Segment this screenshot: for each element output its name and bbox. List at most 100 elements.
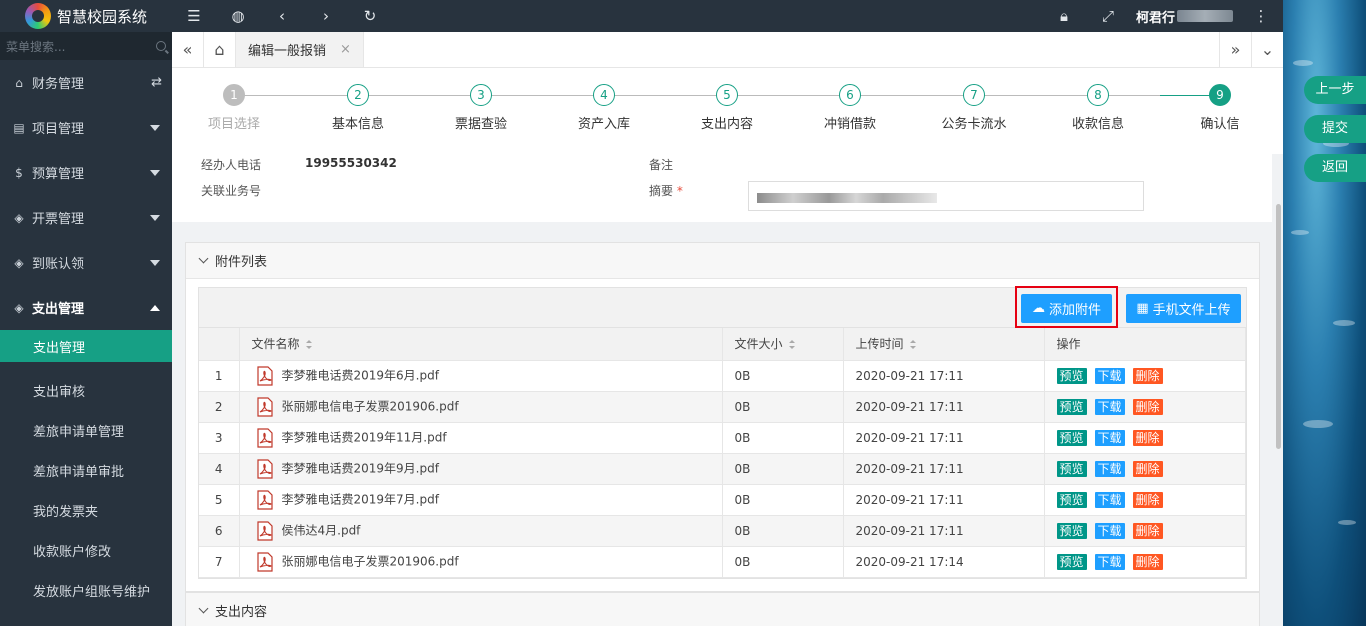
sidebar-subitem-account-group[interactable]: 发放账户组账号维护 (0, 570, 172, 610)
expense-content-title: 支出内容 (215, 604, 268, 620)
download-button[interactable]: 下载 (1094, 460, 1125, 477)
download-button[interactable]: 下载 (1094, 367, 1125, 384)
back-icon[interactable]: ‹ (260, 0, 304, 32)
column-header-size[interactable]: 文件大小 (722, 328, 844, 361)
tab-scroll-left-icon[interactable]: « (172, 32, 204, 67)
globe-icon[interactable]: ◍ (216, 0, 260, 32)
sidebar-item-finance[interactable]: ⌂ 财务管理 ⇄ (0, 60, 172, 105)
file-name-cell: 张丽娜电信电子发票201906.pdf (239, 546, 723, 578)
tab-menu-chevron-down-icon[interactable]: ⌄ (1251, 32, 1283, 67)
file-name[interactable]: 李梦雅电话费2019年11月.pdf (282, 430, 447, 444)
table-row: 5 李梦雅电话费2019年7月.pdf 0B 2020-09-21 17:11 预览 下载… (199, 484, 1246, 516)
home-tab-icon[interactable]: ⌂ (204, 32, 236, 67)
refresh-icon[interactable]: ↻ (348, 0, 392, 32)
file-name[interactable]: 张丽娜电信电子发票201906.pdf (282, 554, 459, 568)
chevron-down-icon (198, 253, 209, 264)
ops-cell: 预览 下载 删除 (1044, 484, 1246, 516)
user-menu[interactable]: 柯君行 (1130, 7, 1239, 26)
column-time-label: 上传时间 (855, 337, 904, 352)
fullscreen-icon[interactable]: ⤢ (1086, 0, 1130, 32)
delete-button[interactable]: 删除 (1132, 429, 1163, 446)
file-name[interactable]: 李梦雅电话费2019年7月.pdf (282, 492, 439, 506)
preview-button[interactable]: 预览 (1056, 522, 1087, 539)
tab-edit-reimbursement[interactable]: 编辑一般报销 × (236, 32, 364, 67)
lock-icon[interactable]: 🔒︎ (1042, 0, 1086, 32)
download-button[interactable]: 下载 (1094, 398, 1125, 415)
scrollbar[interactable] (1276, 204, 1281, 449)
sidebar-item-label: 预算管理 (32, 167, 85, 182)
submit-button[interactable]: 提交 (1304, 115, 1366, 143)
column-header-time[interactable]: 上传时间 (843, 328, 1045, 361)
mobile-upload-button[interactable]: ▦ 手机文件上传 (1126, 294, 1241, 323)
sidebar-subitem-travel-approve[interactable]: 差旅申请单审批 (0, 450, 172, 490)
delete-button[interactable]: 删除 (1132, 367, 1163, 384)
close-icon[interactable]: × (340, 42, 351, 57)
step-3[interactable]: 3 票据查验 (431, 84, 531, 132)
tab-scroll-right-icon[interactable]: » (1219, 32, 1251, 67)
sidebar-item-project[interactable]: ▤ 项目管理 (0, 105, 172, 150)
summary-input[interactable] (748, 181, 1144, 211)
sidebar-item-budget[interactable]: $ 预算管理 (0, 150, 172, 195)
sort-icon[interactable] (788, 340, 796, 350)
download-button[interactable]: 下载 (1094, 553, 1125, 570)
delete-button[interactable]: 删除 (1132, 491, 1163, 508)
menu-search-input[interactable]: 菜单搜索... (0, 32, 172, 60)
preview-button[interactable]: 预览 (1056, 398, 1087, 415)
sidebar-subitem-expense-audit[interactable]: 支出审核 (0, 370, 172, 410)
step-1[interactable]: 1 项目选择 (184, 84, 284, 132)
preview-button[interactable]: 预览 (1056, 553, 1087, 570)
step-7[interactable]: 7 公务卡流水 (924, 84, 1024, 132)
pdf-file-icon (256, 458, 273, 479)
file-name[interactable]: 张丽娜电信电子发票201906.pdf (282, 399, 459, 413)
more-icon[interactable]: ⋮ (1239, 0, 1283, 32)
sort-icon[interactable] (305, 340, 313, 350)
qrcode-icon: ▦ (1136, 301, 1149, 316)
sidebar-subitem-account-edit[interactable]: 收款账户修改 (0, 530, 172, 570)
expense-content-panel-header[interactable]: 支出内容 (185, 592, 1260, 626)
download-button[interactable]: 下载 (1094, 429, 1125, 446)
table-row: 7 张丽娜电信电子发票201906.pdf 0B 2020-09-21 17:14 预览… (199, 546, 1246, 578)
delete-button[interactable]: 删除 (1132, 522, 1163, 539)
return-button[interactable]: 返回 (1304, 154, 1366, 182)
sidebar-item-invoice[interactable]: ◈ 开票管理 (0, 195, 172, 240)
download-button[interactable]: 下载 (1094, 491, 1125, 508)
file-name[interactable]: 李梦雅电话费2019年6月.pdf (282, 368, 439, 382)
row-index: 1 (199, 360, 240, 392)
file-name[interactable]: 侯伟达4月.pdf (282, 523, 361, 537)
step-5[interactable]: 5 支出内容 (677, 84, 777, 132)
row-index: 5 (199, 484, 240, 516)
step-8[interactable]: 8 收款信息 (1048, 84, 1148, 132)
sidebar-item-label: 项目管理 (32, 122, 85, 137)
swap-icon[interactable]: ⇄ (151, 75, 162, 90)
sidebar-subitem-expense[interactable]: 支出管理 (0, 330, 172, 362)
attachment-panel-header[interactable]: 附件列表 (186, 243, 1259, 279)
add-attachment-button[interactable]: ☁ 添加附件 (1021, 294, 1112, 323)
sidebar-item-expense[interactable]: ◈ 支出管理 (0, 285, 172, 330)
app-logo[interactable]: 智慧校园系统 (0, 0, 172, 32)
sidebar-subitem-travel-manage[interactable]: 差旅申请单管理 (0, 410, 172, 450)
upload-time: 2020-09-21 17:14 (843, 546, 1045, 578)
download-button[interactable]: 下载 (1094, 522, 1125, 539)
sidebar-item-claim[interactable]: ◈ 到账认领 (0, 240, 172, 285)
file-name[interactable]: 李梦雅电话费2019年9月.pdf (282, 461, 439, 475)
preview-button[interactable]: 预览 (1056, 429, 1087, 446)
column-header-name[interactable]: 文件名称 (239, 328, 723, 361)
delete-button[interactable]: 删除 (1132, 460, 1163, 477)
prev-step-button[interactable]: 上一步 (1304, 76, 1366, 104)
column-size-label: 文件大小 (734, 337, 783, 352)
menu-toggle-icon[interactable]: ☰ (172, 0, 216, 32)
preview-button[interactable]: 预览 (1056, 491, 1087, 508)
step-6[interactable]: 6 冲销借款 (800, 84, 900, 132)
column-name-label: 文件名称 (251, 337, 300, 352)
step-4[interactable]: 4 资产入库 (554, 84, 654, 132)
forward-icon[interactable]: › (304, 0, 348, 32)
delete-button[interactable]: 删除 (1132, 553, 1163, 570)
preview-button[interactable]: 预览 (1056, 367, 1087, 384)
step-9[interactable]: 9 确认信 (1170, 84, 1270, 132)
file-size: 0B (722, 546, 844, 578)
sidebar-subitem-invoice-folder[interactable]: 我的发票夹 (0, 490, 172, 530)
delete-button[interactable]: 删除 (1132, 398, 1163, 415)
sort-icon[interactable] (909, 340, 917, 350)
step-2[interactable]: 2 基本信息 (308, 84, 408, 132)
preview-button[interactable]: 预览 (1056, 460, 1087, 477)
